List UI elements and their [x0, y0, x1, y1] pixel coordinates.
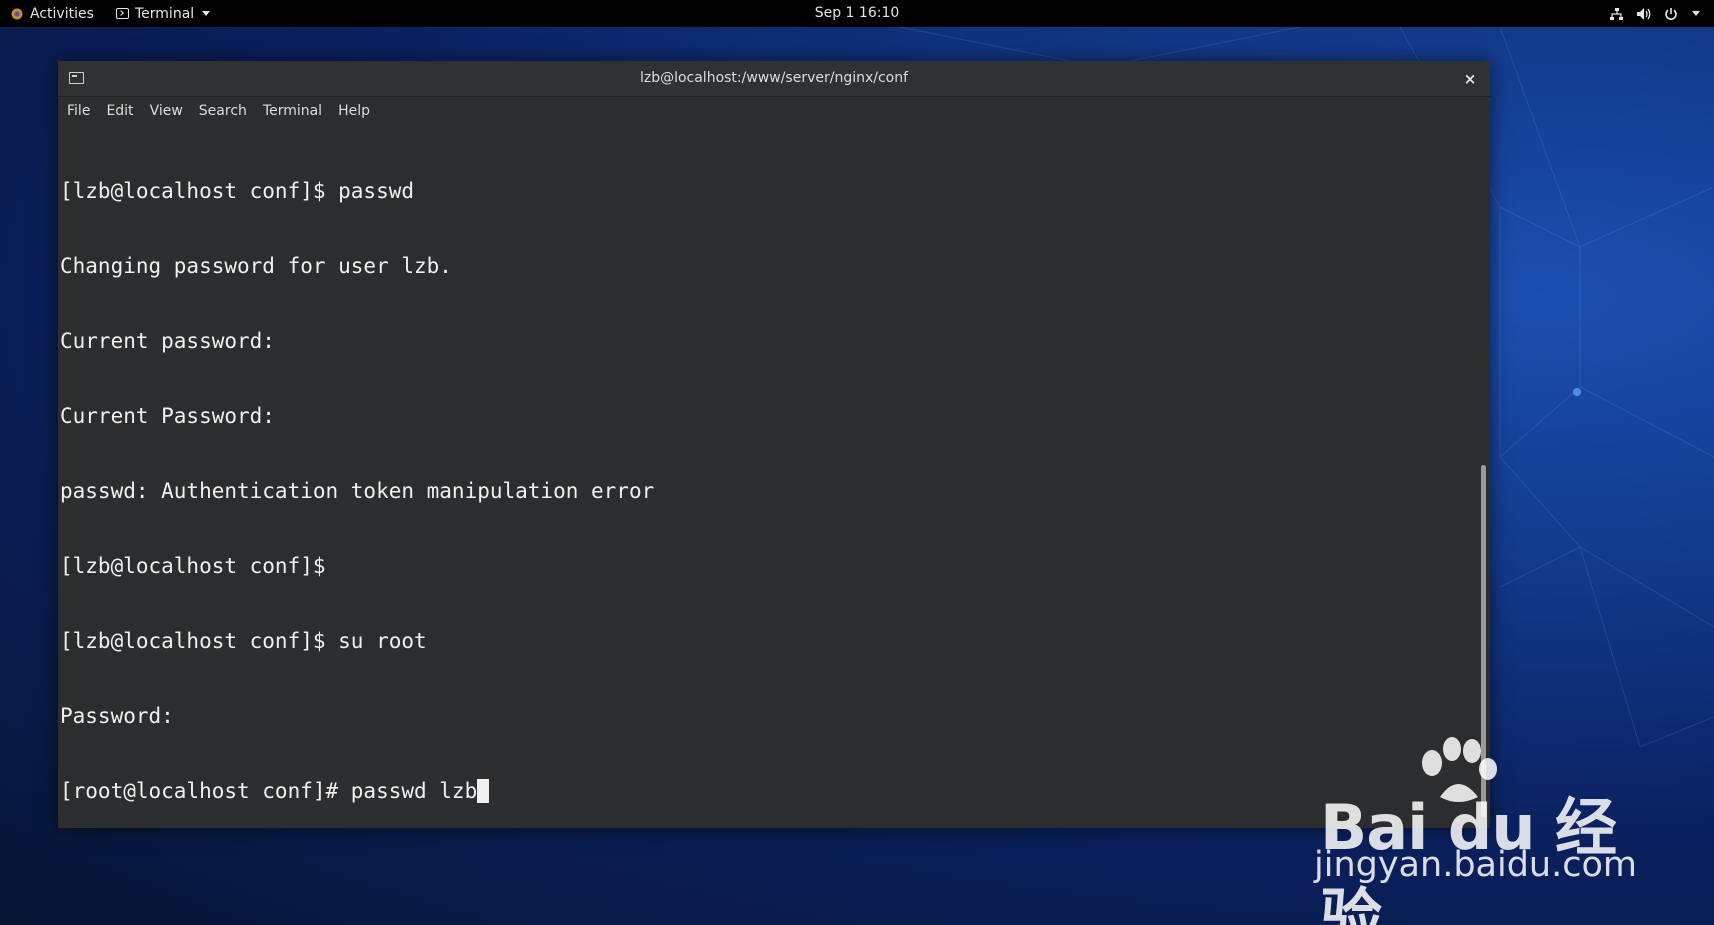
- terminal-line: Changing password for user lzb.: [60, 254, 452, 278]
- menu-file[interactable]: File: [59, 97, 98, 125]
- distro-logo-icon: [11, 8, 23, 19]
- network-icon: [1610, 7, 1623, 20]
- terminal-line: Current password:: [60, 329, 275, 353]
- terminal-line: [lzb@localhost conf]$ passwd: [60, 179, 415, 203]
- menu-help[interactable]: Help: [330, 97, 378, 125]
- terminal-line: [root@localhost conf]# passwd lzb: [60, 779, 478, 803]
- system-tray[interactable]: [1609, 0, 1700, 27]
- terminal-window: lzb@localhost:/www/server/nginx/conf × F…: [58, 61, 1490, 828]
- app-menu-button[interactable]: Terminal: [116, 0, 211, 27]
- terminal-line: [lzb@localhost conf]$ su root: [60, 629, 427, 653]
- clock-container: Sep 1 16:10: [0, 0, 1714, 27]
- terminal-cursor: [477, 779, 490, 803]
- terminal-output[interactable]: [lzb@localhost conf]$ passwd Changing pa…: [58, 125, 1478, 828]
- menu-edit[interactable]: Edit: [98, 97, 141, 125]
- window-titlebar[interactable]: lzb@localhost:/www/server/nginx/conf ×: [58, 61, 1490, 97]
- watermark-url: jingyan.baidu.com: [1314, 845, 1637, 885]
- activities-button[interactable]: Activities: [10, 0, 94, 27]
- terminal-prompt-line: [root@localhost conf]# passwd lzb: [60, 779, 654, 804]
- chevron-down-icon: [202, 11, 211, 16]
- clock-button[interactable]: Sep 1 16:10: [815, 5, 900, 21]
- menu-search[interactable]: Search: [191, 97, 255, 125]
- menu-view[interactable]: View: [142, 97, 191, 125]
- app-menu-label: Terminal: [135, 5, 195, 22]
- menu-bar: File Edit View Search Terminal Help: [58, 97, 1490, 125]
- baidu-watermark: Bai du 经验 jingyan.baidu.com: [1310, 735, 1637, 925]
- terminal-line: passwd: Authentication token manipulatio…: [60, 479, 655, 503]
- chevron-down-icon: [1692, 11, 1700, 16]
- terminal-line: Current Password:: [60, 404, 275, 428]
- close-button[interactable]: ×: [1460, 69, 1480, 89]
- top-bar: Activities Terminal Sep 1 16:10: [0, 0, 1714, 27]
- power-icon: [1665, 7, 1677, 20]
- volume-icon: [1637, 7, 1651, 20]
- terminal-text: [lzb@localhost conf]$ passwd Changing pa…: [60, 129, 654, 828]
- menu-terminal[interactable]: Terminal: [255, 97, 330, 125]
- terminal-scrollbar[interactable]: [1478, 125, 1490, 828]
- activities-label: Activities: [30, 5, 94, 22]
- terminal-line: [lzb@localhost conf]$: [60, 554, 326, 578]
- terminal-line: Password:: [60, 704, 174, 728]
- terminal-app-icon: [116, 8, 129, 19]
- window-title: lzb@localhost:/www/server/nginx/conf: [639, 70, 909, 86]
